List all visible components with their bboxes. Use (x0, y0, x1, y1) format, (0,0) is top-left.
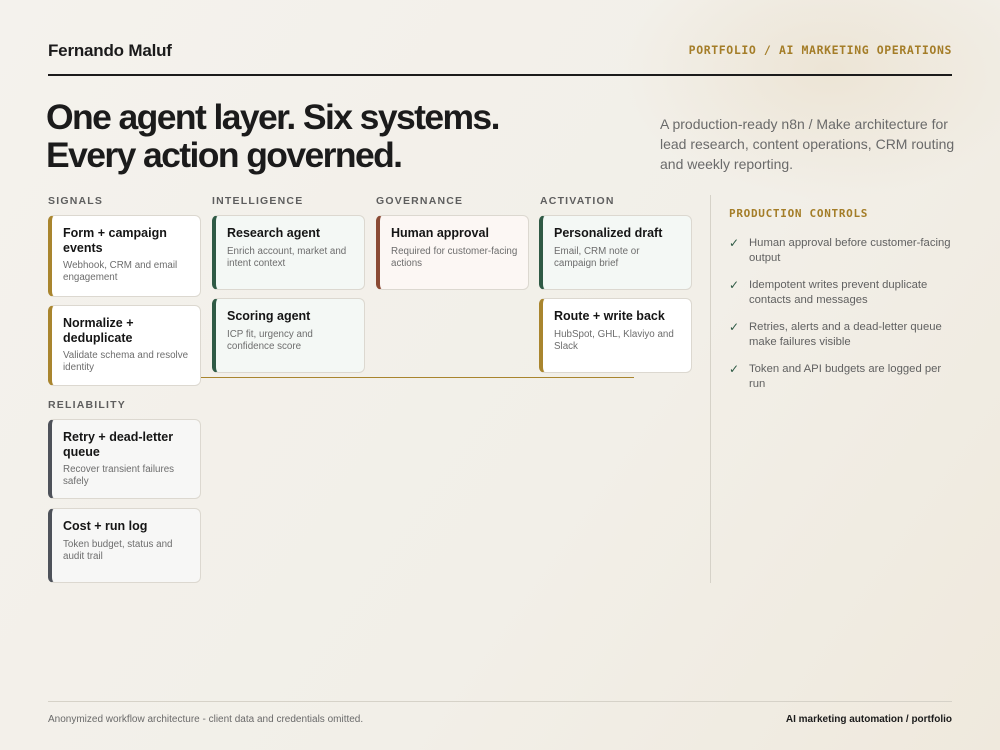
control-item: ✓ Token and API budgets are logged per ru… (729, 362, 954, 392)
breadcrumb: PORTFOLIO / AI MARKETING OPERATIONS (688, 43, 952, 57)
card-scoring-agent[interactable]: Scoring agent ICP fit, urgency and confi… (212, 298, 365, 373)
production-controls-list: ✓ Human approval before customer-facing o… (729, 236, 954, 404)
card-description: Token budget, status and audit trail (63, 538, 173, 562)
check-icon: ✓ (729, 362, 740, 376)
card-description: Validate schema and resolve identity (63, 350, 189, 373)
hero-subtitle: A production-ready n8n / Make architectu… (660, 116, 955, 172)
column-label-intelligence: INTELLIGENCE (212, 195, 304, 207)
card-form-campaign-events[interactable]: Form + campaign events Webhook, CRM and … (48, 215, 201, 297)
hero-title: One agent layer. Six systems. Every acti… (46, 98, 566, 174)
card-title: Cost + run log (63, 519, 148, 533)
card-description: ICP fit, urgency and confidence score (227, 328, 313, 352)
card-research-agent[interactable]: Research agent Enrich account, market an… (212, 215, 365, 290)
card-description: Required for customer-facing actions (391, 245, 518, 269)
control-text: Retries, alerts and a dead-letter queue … (749, 321, 942, 348)
column-label-reliability: RELIABILITY (48, 399, 126, 411)
card-description: Enrich account, market and intent contex… (227, 245, 347, 269)
vertical-divider (710, 195, 711, 583)
card-title: Personalized draft (554, 226, 663, 240)
production-controls-title: PRODUCTION CONTROLS (729, 207, 869, 220)
card-cost-run-log[interactable]: Cost + run log Token budget, status and … (48, 508, 201, 583)
hero-title-line-1: One agent layer. Six systems. (46, 97, 500, 137)
control-text: Token and API budgets are logged per run (749, 363, 942, 390)
control-text: Idempotent writes prevent duplicate cont… (749, 279, 928, 306)
card-description: Recover transient failures safely (63, 464, 175, 487)
card-title: Research agent (227, 226, 321, 240)
control-item: ✓ Retries, alerts and a dead-letter queue… (729, 320, 954, 350)
card-personalized-draft[interactable]: Personalized draft Email, CRM note or ca… (539, 215, 692, 290)
card-title: Retry + dead-letter queue (63, 430, 174, 459)
card-title: Scoring agent (227, 309, 311, 323)
brand-name: Fernando Maluf (48, 41, 172, 60)
card-retry-dead-letter-queue[interactable]: Retry + dead-letter queue Recover transi… (48, 419, 201, 499)
card-title: Human approval (391, 226, 489, 240)
card-title: Form + campaign events (63, 226, 167, 255)
card-description: HubSpot, GHL, Klaviyo and Slack (554, 328, 674, 352)
column-label-signals: SIGNALS (48, 195, 104, 207)
check-icon: ✓ (729, 236, 740, 250)
card-normalize-deduplicate[interactable]: Normalize + deduplicate Validate schema … (48, 305, 201, 386)
hero-title-line-2: Every action governed. (46, 135, 403, 175)
footer-tagline: AI marketing automation / portfolio (785, 714, 952, 725)
card-title: Route + write back (554, 309, 665, 323)
card-title: Normalize + deduplicate (63, 316, 134, 345)
control-item: ✓ Human approval before customer-facing o… (729, 236, 954, 266)
check-icon: ✓ (729, 320, 740, 334)
card-human-approval[interactable]: Human approval Required for customer-fac… (376, 215, 529, 290)
footer-note: Anonymized workflow architecture - clien… (48, 714, 364, 725)
column-label-activation: ACTIVATION (540, 195, 615, 207)
column-label-governance: GOVERNANCE (376, 195, 464, 207)
card-description: Email, CRM note or campaign brief (554, 245, 640, 269)
card-description: Webhook, CRM and email engagement (63, 260, 178, 283)
page-header: Fernando Maluf PORTFOLIO / AI MARKETING … (48, 40, 952, 76)
card-route-write-back[interactable]: Route + write back HubSpot, GHL, Klaviyo… (539, 298, 692, 373)
control-text: Human approval before customer-facing ou… (749, 237, 951, 264)
control-item: ✓ Idempotent writes prevent duplicate con… (729, 278, 954, 308)
check-icon: ✓ (729, 278, 740, 292)
flow-connector-line (201, 377, 634, 378)
page-footer: Anonymized workflow architecture - clien… (48, 701, 952, 725)
